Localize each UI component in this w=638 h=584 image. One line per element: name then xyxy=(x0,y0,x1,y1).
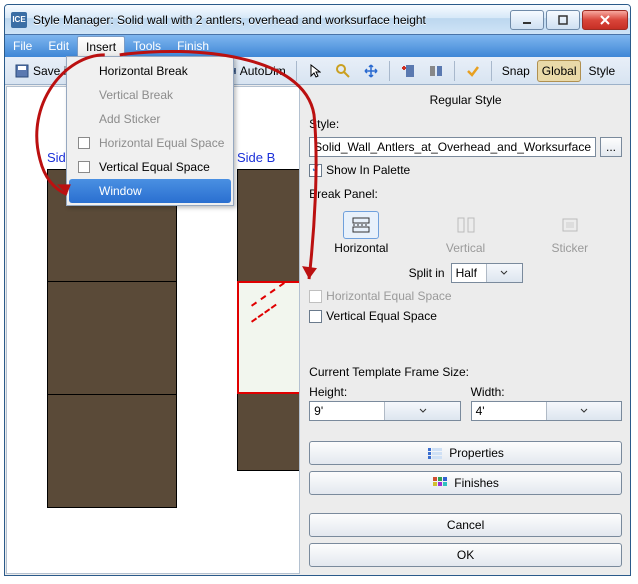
menu-item-horizontal-break[interactable]: Horizontal Break xyxy=(69,59,231,83)
window-segment[interactable] xyxy=(237,281,300,394)
add-panel-tool[interactable] xyxy=(395,60,421,82)
menu-insert[interactable]: Insert xyxy=(77,36,125,57)
close-button[interactable] xyxy=(582,10,628,30)
split-in-label: Split in xyxy=(409,266,445,280)
separator xyxy=(389,61,390,81)
break-horizontal[interactable]: Horizontal xyxy=(331,211,391,255)
side-b-panels[interactable] xyxy=(237,169,300,471)
panel-title: Regular Style xyxy=(309,91,622,111)
app-window: ICE Style Manager: Solid wall with 2 ant… xyxy=(4,4,631,576)
show-in-palette-label: Show In Palette xyxy=(326,163,410,177)
style-label: Style: xyxy=(309,117,622,131)
menu-edit[interactable]: Edit xyxy=(40,35,77,57)
chevron-down-icon xyxy=(546,402,621,420)
properties-button[interactable]: Properties xyxy=(309,441,622,465)
flip-icon xyxy=(428,63,444,79)
style-label: Style xyxy=(588,64,615,78)
vertical-break-icon xyxy=(456,216,476,234)
height-input[interactable]: 9' xyxy=(309,401,460,421)
style-browse-button[interactable]: ... xyxy=(600,137,622,157)
break-vertical[interactable]: Vertical xyxy=(436,211,496,255)
properties-icon xyxy=(427,446,443,460)
menu-item-window[interactable]: Window xyxy=(69,179,231,203)
vert-space-checkbox[interactable] xyxy=(309,310,322,323)
check-icon xyxy=(465,63,481,79)
app-icon: ICE xyxy=(11,12,27,28)
ok-button[interactable]: OK xyxy=(309,543,622,567)
finishes-icon xyxy=(432,476,448,490)
horiz-space-checkbox xyxy=(309,290,322,303)
wall-segment[interactable] xyxy=(237,169,300,282)
style-button[interactable]: Style xyxy=(583,60,620,82)
add-panel-icon xyxy=(400,63,416,79)
chevron-down-icon xyxy=(384,402,459,420)
pan-tool[interactable] xyxy=(358,60,384,82)
flip-tool[interactable] xyxy=(423,60,449,82)
autodim-label: AutoDim xyxy=(240,64,286,78)
break-panel-options: Horizontal Vertical Sticker xyxy=(309,211,622,255)
snap-button[interactable]: Snap xyxy=(497,60,535,82)
magnifier-icon xyxy=(335,63,351,79)
show-in-palette-checkbox[interactable] xyxy=(309,164,322,177)
properties-panel: Regular Style Style: Solid_Wall_Antlers_… xyxy=(301,85,630,575)
height-label: Height: xyxy=(309,385,460,399)
maximize-button[interactable] xyxy=(546,10,580,30)
minimize-button[interactable] xyxy=(510,10,544,30)
break-sticker[interactable]: Sticker xyxy=(540,211,600,255)
cancel-button[interactable]: Cancel xyxy=(309,513,622,537)
wall-segment[interactable] xyxy=(47,395,177,508)
global-label: Global xyxy=(542,64,577,78)
frame-size-label: Current Template Frame Size: xyxy=(309,365,622,379)
pointer-tool[interactable] xyxy=(302,60,328,82)
style-select[interactable]: Solid_Wall_Antlers_at_Overhead_and_Works… xyxy=(309,137,596,157)
break-panel-label: Break Panel: xyxy=(309,187,622,201)
pointer-icon xyxy=(307,63,323,79)
side-b-label: Side B xyxy=(237,150,275,165)
move-icon xyxy=(363,63,379,79)
menu-item-add-sticker[interactable]: Add Sticker xyxy=(69,107,231,131)
horizontal-break-icon xyxy=(350,216,372,234)
menu-item-vertical-break[interactable]: Vertical Break xyxy=(69,83,231,107)
menu-tools[interactable]: Tools xyxy=(125,35,169,57)
vert-space-label: Vertical Equal Space xyxy=(326,309,437,323)
menu-finish[interactable]: Finish xyxy=(169,35,217,57)
finishes-button[interactable]: Finishes xyxy=(309,471,622,495)
snap-label: Snap xyxy=(502,64,530,78)
wall-segment[interactable] xyxy=(237,394,300,471)
titlebar: ICE Style Manager: Solid wall with 2 ant… xyxy=(5,5,630,35)
width-label: Width: xyxy=(471,385,622,399)
window-title: Style Manager: Solid wall with 2 antlers… xyxy=(33,13,508,27)
separator xyxy=(491,61,492,81)
wall-segment[interactable] xyxy=(47,282,177,395)
width-input[interactable]: 4' xyxy=(471,401,622,421)
horiz-space-label: Horizontal Equal Space xyxy=(326,289,451,303)
zoom-tool[interactable] xyxy=(330,60,356,82)
chevron-down-icon xyxy=(486,264,522,282)
separator xyxy=(296,61,297,81)
menu-item-horiz-equal-space[interactable]: Horizontal Equal Space xyxy=(69,131,231,155)
split-in-select[interactable]: Half xyxy=(451,263,523,283)
checkmark-tool[interactable] xyxy=(460,60,486,82)
side-a-panels[interactable] xyxy=(47,169,177,508)
menu-file[interactable]: File xyxy=(5,35,40,57)
insert-dropdown: Horizontal Break Vertical Break Add Stic… xyxy=(66,56,234,206)
sticker-icon xyxy=(560,216,580,234)
global-button[interactable]: Global xyxy=(537,60,582,82)
separator xyxy=(454,61,455,81)
save-icon xyxy=(14,63,30,79)
menubar: File Edit Insert Tools Finish xyxy=(5,35,630,57)
menu-item-vert-equal-space[interactable]: Vertical Equal Space xyxy=(69,155,231,179)
